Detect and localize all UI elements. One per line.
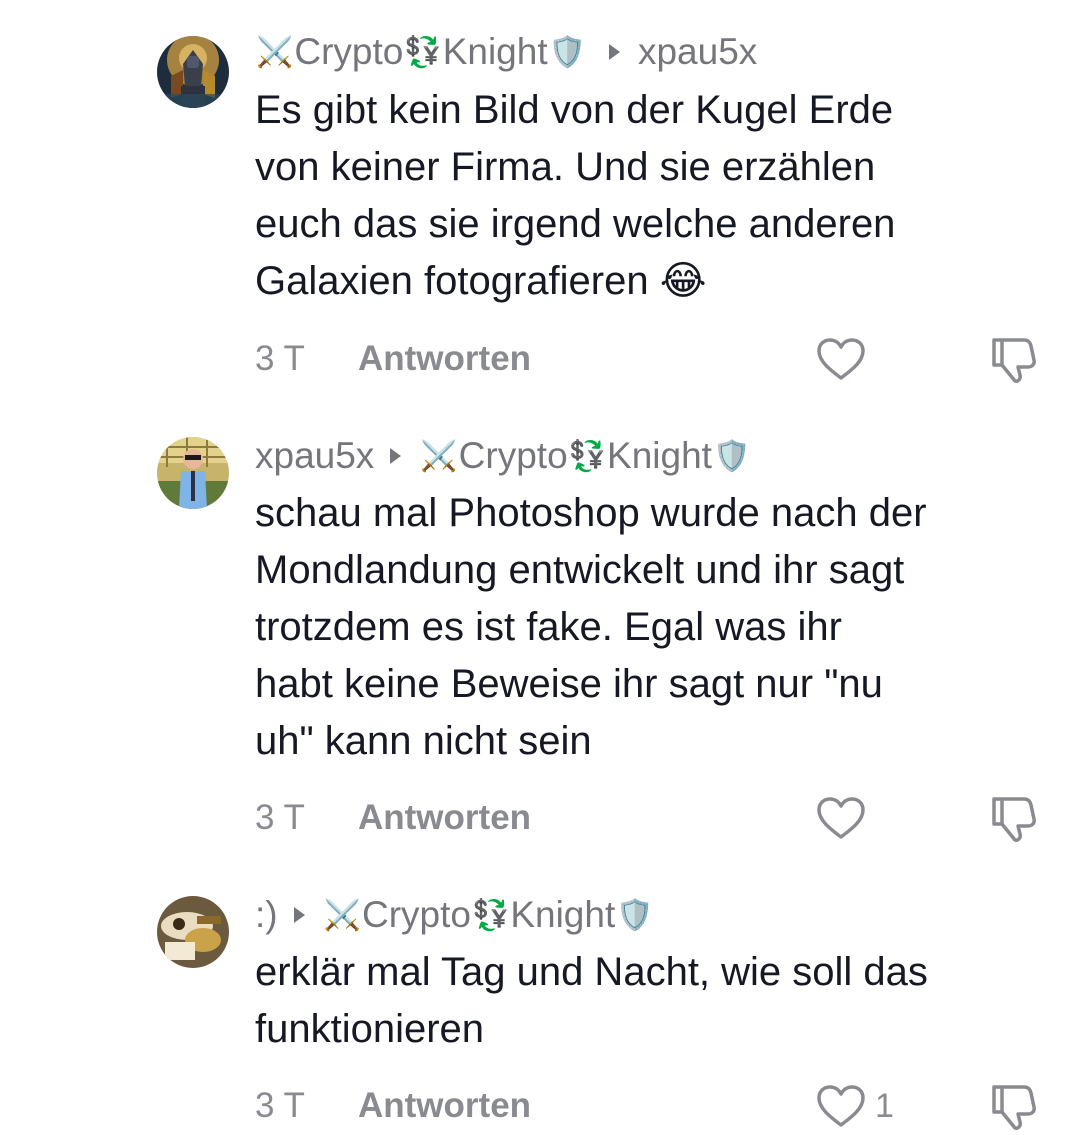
author-name[interactable]: Crypto [294,31,403,73]
like-button[interactable] [815,795,875,841]
boy-avatar-image [157,437,229,509]
dislike-button[interactable] [988,793,1042,843]
reply-to-name[interactable]: xpau5x [638,31,757,73]
reply-to-name-suffix[interactable]: Knight [607,435,712,477]
avatar[interactable] [157,896,229,968]
reply-button[interactable]: Antworten [358,339,531,379]
comment-meta: 3 T Antworten [255,1084,531,1128]
like-button[interactable]: 1 [815,1083,894,1129]
avatar[interactable] [157,36,229,108]
heart-outline-icon [817,338,865,380]
comment-time: 3 T [255,339,305,378]
author-name[interactable]: xpau5x [255,435,374,477]
like-count: 1 [875,1086,894,1125]
thumbs-down-outline-icon [992,797,1036,842]
user-avatar-image [157,896,229,968]
crossed-swords-icon: ⚔️ [420,439,458,473]
reply-to-name[interactable]: Crypto [459,435,568,477]
triangle-right-icon [390,448,402,464]
reply-button[interactable]: Antworten [358,798,531,838]
comment-text: erklär mal Tag und Nacht, wie soll das f… [255,950,928,1051]
shield-icon: 🛡️ [712,439,751,473]
crossed-swords-icon: ⚔️ [256,35,294,69]
shield-icon: 🛡️ [616,898,654,932]
comment-time: 3 T [255,1086,305,1125]
comment-text: Es gibt kein Bild von der Kugel Erde von… [255,88,896,303]
reply-button[interactable]: Antworten [358,1086,531,1126]
dislike-button[interactable] [988,334,1042,384]
author-name[interactable]: :) [255,894,278,936]
comment-header: :) ⚔️ Crypto 💱 Knight 🛡️ [255,893,655,937]
like-button[interactable] [815,336,875,382]
comment-header: xpau5x ⚔️ Crypto 💱 Knight 🛡️ [255,434,751,478]
currency-exchange-icon: 💱 [568,439,607,473]
triangle-right-icon [293,907,305,923]
knight-avatar-image [157,36,229,108]
comment-time: 3 T [255,798,305,837]
reply-to-name[interactable]: Crypto [362,894,471,936]
author-name-suffix[interactable]: Knight [443,31,548,73]
comment-meta: 3 T Antworten [255,337,531,381]
currency-exchange-icon: 💱 [404,35,442,69]
reply-to-name-suffix[interactable]: Knight [510,894,615,936]
heart-outline-icon [817,1085,865,1127]
comment-header: ⚔️ Crypto 💱 Knight 🛡️ xpau5x [255,30,757,74]
comment-meta: 3 T Antworten [255,796,531,840]
triangle-right-icon [608,44,620,60]
comment-text: schau mal Photoshop wurde nach der Mondl… [255,491,927,763]
thumbs-down-outline-icon [992,338,1036,383]
dislike-button[interactable] [988,1081,1042,1131]
currency-exchange-icon: 💱 [471,898,510,932]
shield-icon: 🛡️ [548,35,586,69]
avatar[interactable] [157,437,229,509]
thumbs-down-outline-icon [992,1085,1036,1130]
heart-outline-icon [817,797,865,839]
crossed-swords-icon: ⚔️ [323,898,361,932]
